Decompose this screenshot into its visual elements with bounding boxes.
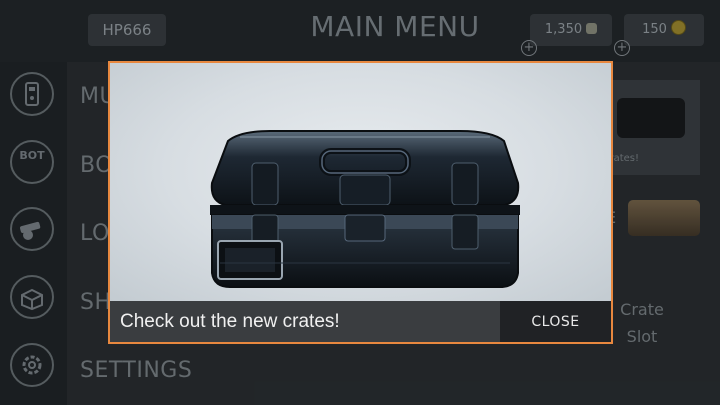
crate-showcase-image: [110, 63, 611, 301]
new-crates-modal: Check out the new crates! CLOSE: [108, 61, 613, 344]
crate-icon: [210, 130, 520, 288]
modal-message: Check out the new crates!: [120, 311, 340, 332]
close-button[interactable]: CLOSE: [500, 301, 611, 342]
modal-footer: Check out the new crates! CLOSE: [110, 301, 611, 342]
